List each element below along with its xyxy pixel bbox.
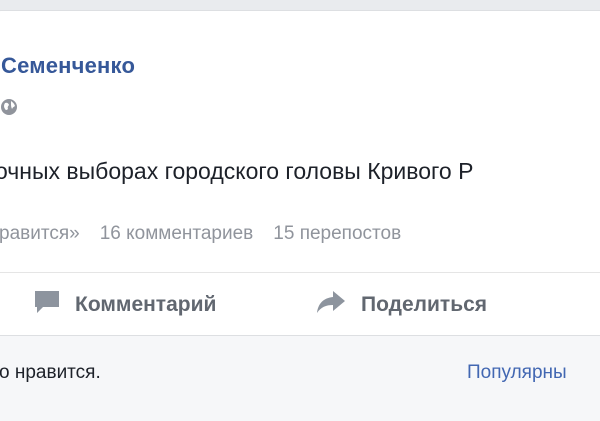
likes-count-link[interactable]: равится»	[0, 223, 80, 245]
comments-count-link[interactable]: 16 комментариев	[100, 223, 254, 245]
share-arrow-icon	[315, 289, 347, 321]
sort-comments-link[interactable]: Популярны	[467, 362, 567, 384]
comments-footer: о нравится. Популярны	[0, 336, 600, 421]
comment-button[interactable]: Комментарий	[33, 289, 216, 321]
share-button[interactable]: Поделиться	[315, 289, 487, 321]
likes-summary[interactable]: о нравится.	[0, 362, 101, 384]
post-meta	[0, 97, 19, 117]
post-text: очных выборах городского головы Кривого …	[0, 158, 474, 184]
post-author-name[interactable]: Семенченко	[1, 53, 135, 79]
shares-count-link[interactable]: 15 перепостов	[273, 223, 401, 245]
post-stats: равится» 16 комментариев 15 перепостов	[0, 223, 401, 245]
globe-icon[interactable]	[0, 97, 19, 117]
comment-button-label: Комментарий	[75, 293, 217, 316]
share-button-label: Поделиться	[361, 293, 488, 316]
post-card: Семенченко очных выборах городского голо…	[0, 10, 600, 421]
comment-icon	[33, 289, 61, 321]
post-actions: Комментарий Поделиться	[0, 273, 599, 335]
